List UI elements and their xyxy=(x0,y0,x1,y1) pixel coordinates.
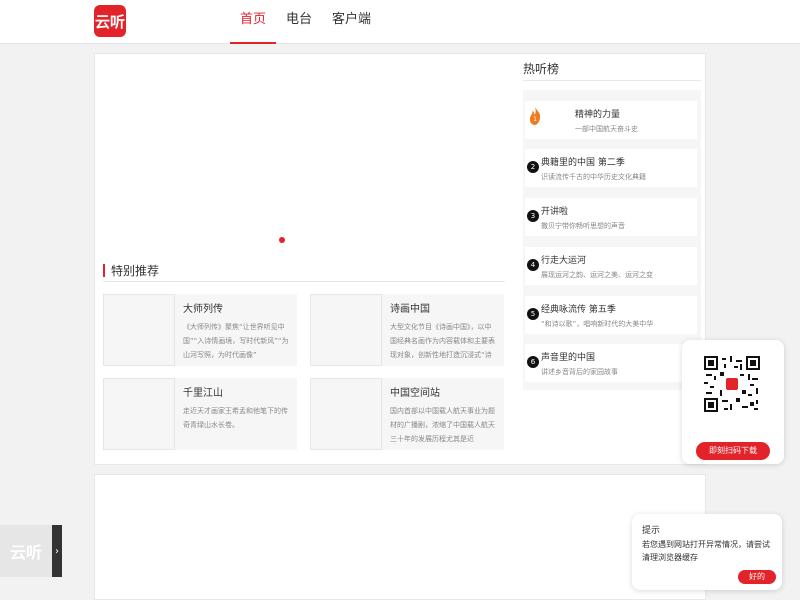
rank-badge: 6 xyxy=(527,356,539,368)
hot-item-subtitle: 识读流传千古的中华历史文化典籍 xyxy=(541,173,646,181)
tip-popup: 提示 若您遇到网站打开异常情况，请尝试清理浏览器缓存 好的 xyxy=(632,514,782,590)
hot-list: 1 精神的力量 一部中国航天奋斗史 2 典籍里的中国 第二季 识读流传千古的中华… xyxy=(523,90,701,390)
card-desc: 走近天才画家王希孟和他笔下的传奇青绿山水长卷。 xyxy=(183,407,288,429)
hot-list-title: 热听榜 xyxy=(523,62,560,76)
recommend-card[interactable]: 诗画中国 大型文化节目《诗画中国》，以中国经典名画作为内容载体和主要表现对象，创… xyxy=(310,294,504,366)
hot-item-name: 声音里的中国 xyxy=(541,353,596,363)
card-title: 千里江山 xyxy=(183,388,223,399)
divider xyxy=(523,80,701,81)
qr-download-popup: 即刻扫码下载 xyxy=(682,340,784,464)
hot-item-name: 经典咏流传 第五季 xyxy=(541,305,616,315)
side-logo[interactable]: 云听 xyxy=(0,525,52,577)
card-desc: 国内首部以中国载人航天事业为题材的广播剧，浓缩了中国载人航天三十年的发展历程尤其… xyxy=(390,407,495,443)
rank-badge: 3 xyxy=(527,210,539,222)
hot-item-subtitle: 撒贝宁带你畅听思想的声音 xyxy=(541,222,625,230)
hot-item-subtitle: “和诗以歌”，唱响新时代的大美中华 xyxy=(541,320,654,328)
side-player-tab: 云听 › xyxy=(0,525,62,577)
card-title: 中国空间站 xyxy=(390,388,440,399)
tip-title: 提示 xyxy=(642,526,661,536)
card-thumbnail xyxy=(310,378,382,450)
nav-client[interactable]: 客户端 xyxy=(322,0,381,44)
hot-list-item[interactable]: 3 开讲啦 撒贝宁带你畅听思想的声音 xyxy=(525,198,697,236)
hot-list-item[interactable]: 1 精神的力量 一部中国航天奋斗史 xyxy=(525,101,697,139)
tip-ok-button[interactable]: 好的 xyxy=(738,570,776,584)
flame-icon: 1 xyxy=(529,107,541,125)
nav-home[interactable]: 首页 xyxy=(230,0,277,44)
card-desc: 大型文化节目《诗画中国》，以中国经典名画作为内容载体和主要表现对象，创新性地打造… xyxy=(390,323,495,359)
recommend-card[interactable]: 大师列传 《大师列传》聚焦“让世界听见中国”“入诗情画境，写时代新风”“为山河写… xyxy=(103,294,297,366)
hot-list-item[interactable]: 5 经典咏流传 第五季 “和诗以歌”，唱响新时代的大美中华 xyxy=(525,296,697,334)
rank-badge: 4 xyxy=(527,259,539,271)
main-nav: 首页 电台 客户端 xyxy=(230,0,381,44)
logo[interactable]: 云听 xyxy=(94,5,126,37)
secondary-content xyxy=(94,474,706,600)
hot-item-subtitle: 讲述乡音背后的家园故事 xyxy=(541,368,618,376)
rank-badge: 5 xyxy=(527,308,539,320)
hot-item-subtitle: 展现运河之韵、运河之美、运河之变 xyxy=(541,271,653,279)
section-title: 特别推荐 xyxy=(103,262,505,282)
hot-item-name: 行走大运河 xyxy=(541,256,587,266)
hot-item-name: 精神的力量 xyxy=(575,110,621,120)
carousel-dot[interactable] xyxy=(279,237,285,243)
chevron-right-icon[interactable]: › xyxy=(52,525,62,577)
hot-list-item[interactable]: 6 声音里的中国 讲述乡音背后的家园故事 xyxy=(525,344,697,382)
top-header: 云听 首页 电台 客户端 xyxy=(0,0,800,44)
card-title: 大师列传 xyxy=(183,304,223,315)
hot-item-subtitle: 一部中国航天奋斗史 xyxy=(575,125,638,133)
card-thumbnail xyxy=(103,378,175,450)
svg-text:1: 1 xyxy=(533,116,537,123)
card-thumbnail xyxy=(103,294,175,366)
rank-badge: 2 xyxy=(527,161,539,173)
recommend-card[interactable]: 千里江山 走近天才画家王希孟和他笔下的传奇青绿山水长卷。 xyxy=(103,378,297,450)
hot-list-item[interactable]: 2 典籍里的中国 第二季 识读流传千古的中华历史文化典籍 xyxy=(525,149,697,187)
nav-radio[interactable]: 电台 xyxy=(276,0,322,44)
scan-download-button[interactable]: 即刻扫码下载 xyxy=(696,442,770,460)
hot-item-name: 开讲啦 xyxy=(541,207,569,217)
card-desc: 《大师列传》聚焦“让世界听见中国”“入诗情画境，写时代新风”“为山河写照，为时代… xyxy=(183,323,289,359)
recommend-card[interactable]: 中国空间站 国内首部以中国载人航天事业为题材的广播剧，浓缩了中国载人航天三十年的… xyxy=(310,378,504,450)
banner-carousel[interactable] xyxy=(95,54,515,250)
main-content: 特别推荐 大师列传 《大师列传》聚焦“让世界听见中国”“入诗情画境，写时代新风”… xyxy=(94,53,706,465)
card-thumbnail xyxy=(310,294,382,366)
qr-code-icon xyxy=(704,356,760,412)
tip-text: 若您遇到网站打开异常情况，请尝试清理浏览器缓存 xyxy=(642,540,770,562)
hot-list-item[interactable]: 4 行走大运河 展现运河之韵、运河之美、运河之变 xyxy=(525,247,697,285)
card-title: 诗画中国 xyxy=(390,304,430,315)
hot-item-name: 典籍里的中国 第二季 xyxy=(541,158,625,168)
